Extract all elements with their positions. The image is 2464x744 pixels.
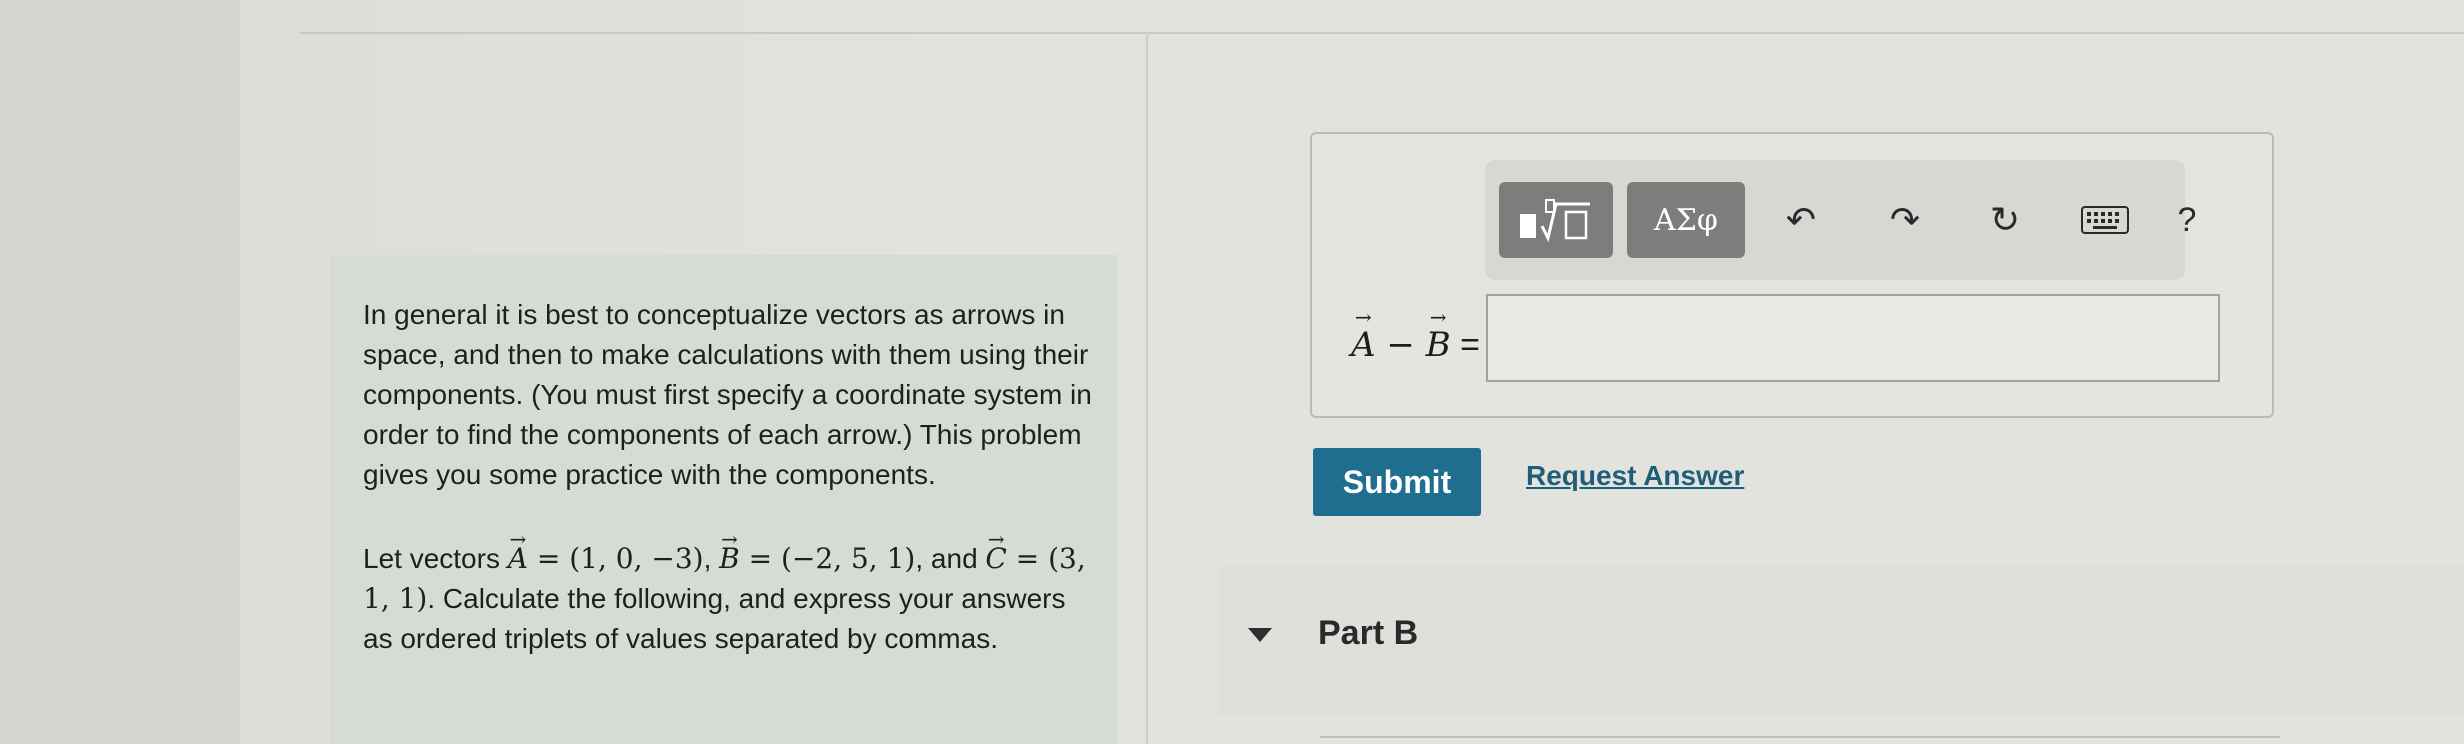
label-minus: − <box>1375 325 1426 365</box>
label-vector-b: B <box>1426 325 1451 365</box>
vector-a-value: = (1, 0, −3) <box>527 542 704 575</box>
undo-icon[interactable]: ↶ <box>1771 182 1831 258</box>
vector-a-symbol: A <box>508 539 528 579</box>
column-divider <box>1146 32 1148 744</box>
redo-icon[interactable]: ↷ <box>1875 182 1935 258</box>
problem-intro-panel: In general it is best to conceptualize v… <box>330 255 1118 744</box>
templates-button[interactable] <box>1499 182 1613 258</box>
vectors-definition-paragraph: Let vectors A = (1, 0, −3), B = (−2, 5, … <box>363 539 1093 659</box>
keyboard-icon[interactable] <box>2075 182 2135 258</box>
vector-c-symbol: C <box>985 539 1006 579</box>
vector-b-value: = (−2, 5, 1) <box>739 542 916 575</box>
divider-top <box>300 32 2464 34</box>
answer-input[interactable] <box>1486 294 2220 382</box>
p2-and: , and <box>915 543 986 574</box>
keyboard-glyph <box>2081 206 2129 234</box>
math-toolbar: ΑΣφ ↶ ↷ ↻ ? <box>1485 160 2196 280</box>
answer-expression-label: A − B = <box>1340 325 1480 365</box>
p2-prefix: Let vectors <box>363 543 508 574</box>
label-equals: = <box>1450 326 1480 364</box>
label-vector-a: A <box>1351 325 1376 365</box>
problem-intro-text: In general it is best to conceptualize v… <box>363 295 1093 659</box>
intro-paragraph: In general it is best to conceptualize v… <box>363 299 1092 490</box>
background-shade <box>0 0 240 744</box>
templates-icon <box>1520 199 1590 243</box>
part-b-card-edge <box>1320 736 2280 738</box>
greek-symbols-button[interactable]: ΑΣφ <box>1627 182 1745 258</box>
caret-down-icon[interactable] <box>1248 628 1272 642</box>
part-b-title[interactable]: Part B <box>1318 614 1418 653</box>
p2-comma: , <box>703 543 720 574</box>
help-icon[interactable]: ? <box>2157 182 2217 258</box>
vector-b-symbol: B <box>719 539 740 579</box>
request-answer-link[interactable]: Request Answer <box>1526 460 1744 492</box>
reset-icon[interactable]: ↻ <box>1975 182 2035 258</box>
p2-suffix: . Calculate the following, and express y… <box>363 583 1066 654</box>
submit-button[interactable]: Submit <box>1313 448 1481 516</box>
